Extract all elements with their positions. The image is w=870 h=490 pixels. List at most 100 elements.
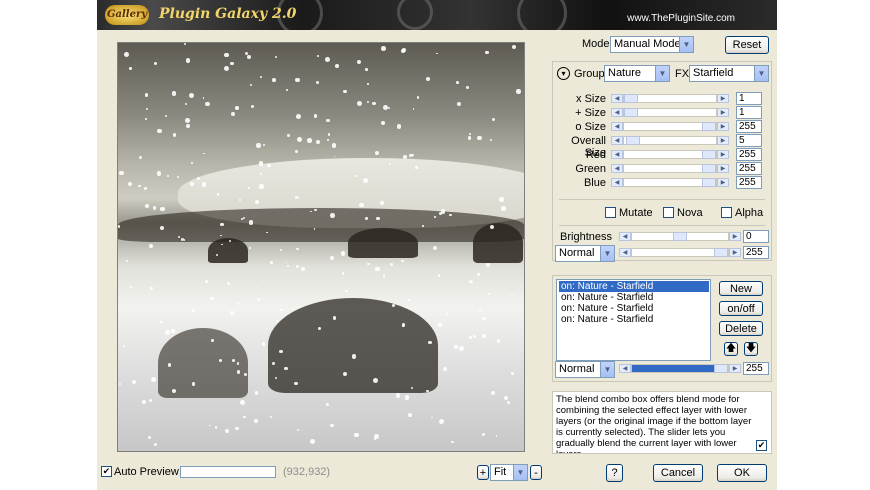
chevron-down-icon[interactable]: ▼ bbox=[513, 465, 527, 480]
blend-mode-select[interactable]: Normal ▼ bbox=[555, 245, 615, 262]
param-right-arrow[interactable]: ▶ bbox=[717, 94, 729, 103]
brightness-right-arrow[interactable]: ▶ bbox=[729, 232, 741, 241]
help-button[interactable]: ? bbox=[606, 464, 623, 482]
param-right-arrow[interactable]: ▶ bbox=[717, 136, 729, 145]
param-value-overall-size[interactable]: 5 bbox=[736, 134, 762, 147]
param-thumb[interactable] bbox=[624, 108, 638, 117]
param-right-arrow[interactable]: ▶ bbox=[717, 108, 729, 117]
arrow-down-icon[interactable]: 🡇 bbox=[744, 342, 758, 356]
param-track-red[interactable] bbox=[623, 150, 717, 159]
param-value-o-size[interactable]: 255 bbox=[736, 120, 762, 133]
snowflake bbox=[259, 76, 262, 78]
param-value-size[interactable]: 1 bbox=[736, 106, 762, 119]
layer-item[interactable]: on: Nature - Starfield bbox=[559, 281, 709, 292]
param-left-arrow[interactable]: ◀ bbox=[611, 150, 623, 159]
ok-button[interactable]: OK bbox=[717, 464, 767, 482]
param-left-arrow[interactable]: ◀ bbox=[611, 178, 623, 187]
layer-list[interactable]: on: Nature - Starfield on: Nature - Starf… bbox=[556, 279, 711, 361]
param-thumb[interactable] bbox=[702, 178, 716, 187]
param-thumb[interactable] bbox=[624, 94, 638, 103]
image-preview[interactable] bbox=[117, 42, 525, 452]
reset-button[interactable]: Reset bbox=[725, 36, 769, 54]
layer-item[interactable]: on: Nature - Starfield bbox=[559, 314, 709, 325]
mutate-checkbox[interactable] bbox=[605, 207, 616, 218]
param-track-blue[interactable] bbox=[623, 178, 717, 187]
layer-blend-right-arrow[interactable]: ▶ bbox=[729, 364, 741, 373]
arrow-up-icon[interactable]: 🡅 bbox=[724, 342, 738, 356]
param-track-size[interactable] bbox=[623, 108, 717, 117]
param-left-arrow[interactable]: ◀ bbox=[611, 136, 623, 145]
toggle-layer-button[interactable]: on/off bbox=[719, 301, 763, 316]
layer-blend-value[interactable]: 255 bbox=[743, 362, 769, 375]
snowflake bbox=[165, 330, 170, 335]
alpha-checkbox[interactable] bbox=[721, 207, 732, 218]
blend-opacity-track[interactable] bbox=[631, 248, 729, 257]
snowflake bbox=[151, 376, 157, 382]
param-track-o-size[interactable] bbox=[623, 122, 717, 131]
chevron-down-icon[interactable]: ▼ bbox=[600, 362, 614, 377]
blend-opacity-value[interactable]: 255 bbox=[743, 246, 769, 259]
param-value-green[interactable]: 255 bbox=[736, 162, 762, 175]
param-right-arrow[interactable]: ▶ bbox=[717, 150, 729, 159]
param-left-arrow[interactable]: ◀ bbox=[611, 108, 623, 117]
layer-blend-select[interactable]: Normal ▼ bbox=[555, 361, 615, 378]
snowflake bbox=[422, 225, 424, 227]
chevron-down-icon[interactable]: ▼ bbox=[754, 66, 768, 81]
layer-blend-left-arrow[interactable]: ◀ bbox=[619, 364, 631, 373]
grass-clump bbox=[473, 223, 523, 263]
nova-checkbox[interactable] bbox=[663, 207, 674, 218]
brightness-thumb[interactable] bbox=[673, 232, 687, 241]
cancel-button[interactable]: Cancel bbox=[653, 464, 703, 482]
brightness-value[interactable]: 0 bbox=[743, 230, 769, 243]
snowflake bbox=[382, 105, 388, 111]
blend-left-arrow[interactable]: ◀ bbox=[619, 248, 631, 257]
blend-right-arrow[interactable]: ▶ bbox=[729, 248, 741, 257]
mode-select[interactable]: Manual Mode ▼ bbox=[610, 36, 694, 53]
param-track-x-size[interactable] bbox=[623, 94, 717, 103]
param-thumb[interactable] bbox=[702, 122, 716, 131]
param-value-x-size[interactable]: 1 bbox=[736, 92, 762, 105]
param-thumb[interactable] bbox=[626, 136, 640, 145]
chevron-down-icon[interactable]: ▼ bbox=[655, 66, 669, 81]
param-right-arrow[interactable]: ▶ bbox=[717, 178, 729, 187]
snowflake bbox=[389, 262, 394, 266]
layer-blend-fill bbox=[632, 365, 714, 372]
blend-opacity-thumb[interactable] bbox=[714, 248, 728, 257]
auto-preview-checkbox[interactable]: ✔ bbox=[101, 466, 112, 477]
layer-blend-thumb[interactable] bbox=[714, 364, 728, 373]
param-right-arrow[interactable]: ▶ bbox=[717, 122, 729, 131]
layer-item[interactable]: on: Nature - Starfield bbox=[559, 292, 709, 303]
collapse-icon[interactable]: ▾ bbox=[557, 67, 570, 80]
group-select[interactable]: Nature ▼ bbox=[604, 65, 670, 82]
param-left-arrow[interactable]: ◀ bbox=[611, 164, 623, 173]
chevron-down-icon[interactable]: ▼ bbox=[679, 37, 693, 52]
layer-blend-track[interactable] bbox=[631, 364, 729, 373]
layer-item[interactable]: on: Nature - Starfield bbox=[559, 303, 709, 314]
param-track-green[interactable] bbox=[623, 164, 717, 173]
param-value-blue[interactable]: 255 bbox=[736, 176, 762, 189]
param-value-red[interactable]: 255 bbox=[736, 148, 762, 161]
fx-select[interactable]: Starfield ▼ bbox=[689, 65, 769, 82]
help-toggle-checkbox[interactable]: ✔ bbox=[756, 440, 767, 451]
brightness-left-arrow[interactable]: ◀ bbox=[619, 232, 631, 241]
chevron-down-icon[interactable]: ▼ bbox=[600, 246, 614, 261]
snowflake bbox=[402, 154, 407, 159]
zoom-select[interactable]: Fit ▼ bbox=[490, 464, 528, 481]
snowflake bbox=[127, 182, 133, 187]
new-layer-button[interactable]: New bbox=[719, 281, 763, 296]
zoom-in-button[interactable]: + bbox=[477, 465, 489, 480]
site-link[interactable]: www.ThePluginSite.com bbox=[627, 13, 735, 24]
param-right-arrow[interactable]: ▶ bbox=[717, 164, 729, 173]
snowflake bbox=[196, 177, 200, 180]
delete-layer-button[interactable]: Delete bbox=[719, 321, 763, 336]
zoom-out-button[interactable]: - bbox=[530, 465, 542, 480]
param-left-arrow[interactable]: ◀ bbox=[611, 94, 623, 103]
param-thumb[interactable] bbox=[702, 164, 716, 173]
param-left-arrow[interactable]: ◀ bbox=[611, 122, 623, 131]
param-label-x-size: x Size bbox=[576, 93, 606, 105]
snowflake bbox=[209, 424, 211, 427]
param-track-overall-size[interactable] bbox=[623, 136, 717, 145]
brightness-track[interactable] bbox=[631, 232, 729, 241]
param-thumb[interactable] bbox=[702, 150, 716, 159]
snowflake bbox=[202, 97, 205, 99]
